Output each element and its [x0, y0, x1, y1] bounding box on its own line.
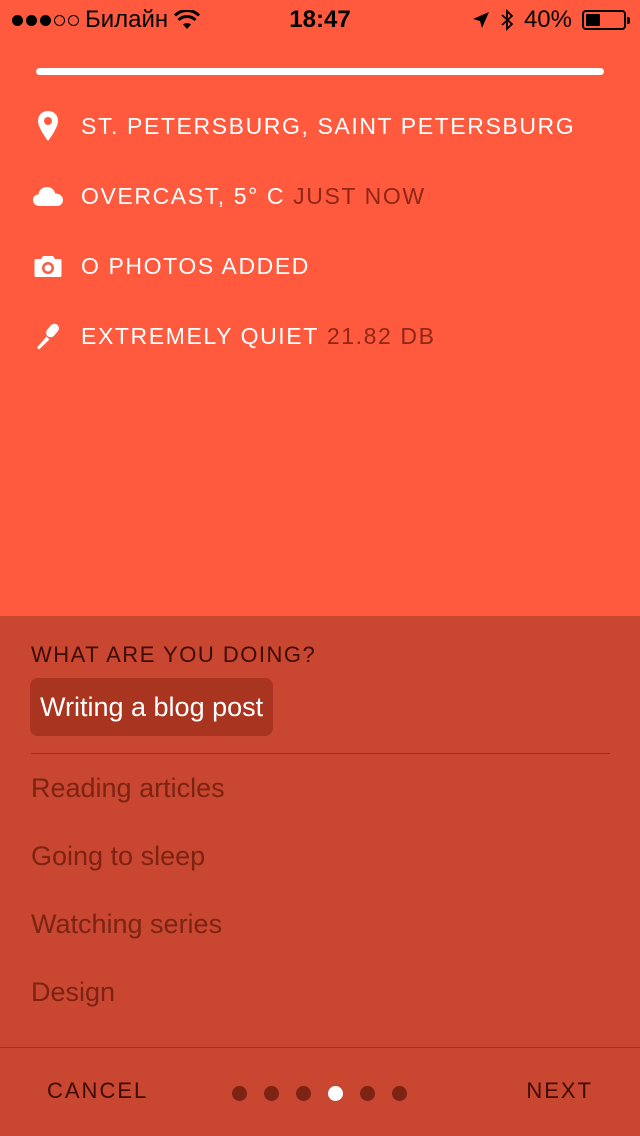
- microphone-icon: [32, 320, 64, 352]
- camera-icon: [32, 250, 64, 282]
- page-dot[interactable]: [328, 1086, 343, 1101]
- weather-text: OVERCAST, 5° C: [81, 182, 286, 209]
- page-dot[interactable]: [360, 1086, 375, 1101]
- next-button[interactable]: NEXT: [526, 1078, 593, 1104]
- activity-option[interactable]: Going to sleep: [31, 841, 205, 872]
- activity-question: WHAT ARE YOU DOING?: [31, 642, 317, 667]
- cloud-icon: [32, 180, 64, 212]
- page-indicator[interactable]: [232, 1086, 407, 1101]
- status-bar: Билайн 18:47 40%: [0, 0, 640, 40]
- photos-row: O PHOTOS ADDED: [32, 250, 310, 282]
- progress-bar: [36, 68, 604, 75]
- activity-option[interactable]: Design: [31, 977, 115, 1008]
- cancel-button[interactable]: CANCEL: [47, 1078, 148, 1104]
- footer-divider: [0, 1047, 640, 1048]
- page-dot[interactable]: [264, 1086, 279, 1101]
- noise-row: EXTREMELY QUIET 21.82 DB: [32, 320, 436, 352]
- weather-time: JUST NOW: [293, 182, 426, 209]
- bluetooth-icon: [501, 9, 514, 31]
- divider: [31, 753, 610, 754]
- battery-percent: 40%: [523, 6, 572, 33]
- location-text: ST. PETERSBURG, SAINT PETERSBURG: [81, 112, 576, 139]
- weather-row: OVERCAST, 5° C JUST NOW: [32, 180, 426, 212]
- activity-option[interactable]: Reading articles: [31, 773, 225, 804]
- noise-level: 21.82 DB: [326, 322, 436, 349]
- noise-text: EXTREMELY QUIET: [81, 322, 319, 349]
- page-dot[interactable]: [232, 1086, 247, 1101]
- location-pin-icon: [32, 110, 64, 142]
- activity-option[interactable]: Watching series: [31, 909, 222, 940]
- photos-text: O PHOTOS ADDED: [81, 252, 311, 279]
- battery-icon: [582, 10, 630, 30]
- selected-activity-chip[interactable]: Writing a blog post: [30, 678, 274, 736]
- page-dot[interactable]: [296, 1086, 311, 1101]
- status-right: 40%: [472, 6, 630, 34]
- page-dot[interactable]: [392, 1086, 407, 1101]
- location-arrow-icon: [472, 12, 489, 28]
- activity-panel: WHAT ARE YOU DOING? Writing a blog post …: [0, 616, 640, 1136]
- location-row: ST. PETERSBURG, SAINT PETERSBURG: [32, 110, 575, 142]
